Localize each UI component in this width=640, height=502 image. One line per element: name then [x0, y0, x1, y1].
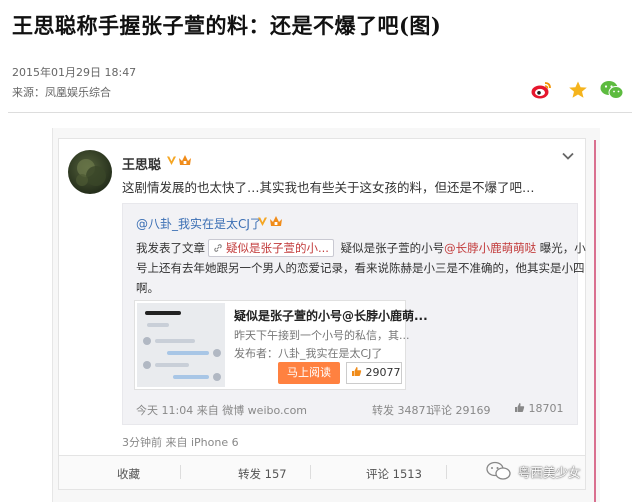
article-link-chip[interactable]: 疑似是张子萱的小...	[208, 239, 334, 257]
repost-comment-count[interactable]: 评论 29169	[430, 402, 491, 418]
post-text: 这剧情发展的也太快了…其实我也有些关于这女孩的料，但还是不爆了吧…	[122, 180, 535, 195]
verified-v-icon	[258, 217, 267, 226]
thumbs-up-icon	[352, 367, 362, 376]
article-card-title[interactable]: 疑似是张子萱的小号@长脖小鹿萌...	[234, 307, 428, 324]
vip-crown-icon	[179, 155, 191, 165]
action-divider	[446, 465, 447, 479]
action-divider	[310, 465, 311, 479]
article-card-thumbnail	[137, 303, 225, 387]
read-now-button[interactable]: 马上阅读	[278, 362, 340, 384]
screenshot-frame-edge	[594, 140, 596, 502]
avatar-image	[76, 159, 106, 186]
forward-button[interactable]: 转发 157	[238, 466, 287, 482]
mention-link[interactable]: @长脖小鹿萌萌哒	[444, 241, 536, 255]
link-icon	[214, 244, 222, 252]
share-favorite-button[interactable]	[566, 78, 590, 102]
verified-v-icon	[167, 156, 176, 165]
repost-text-suffix: 曝光，小	[539, 241, 586, 255]
article-card-publisher: 发布者：八卦_我实在是太CJ了	[234, 347, 383, 360]
repost-forward-count[interactable]: 转发 34871	[372, 402, 433, 418]
post-menu-button[interactable]	[562, 146, 574, 165]
repost-text-line: 我发表了文章 疑似是张子萱的小... 疑似是张子萱的小号@长脖小鹿萌萌哒 曝光，小	[136, 239, 586, 257]
repost-text-line-2: 号上还有去年她跟另一个男人的恋爱记录，看来说陈赫是小三是不准确的，他其实是小四	[136, 261, 585, 275]
thumbs-up-icon	[515, 403, 525, 412]
post-timestamp: 3分钟前 来自 iPhone 6	[122, 436, 239, 449]
repost-like-count: 18701	[528, 402, 564, 415]
avatar[interactable]	[68, 150, 112, 194]
article-date: 2015年01月29日 18:47	[12, 66, 137, 79]
wechat-icon	[600, 81, 624, 99]
chevron-down-icon	[562, 152, 574, 160]
article-link-text: 疑似是张子萱的小...	[226, 241, 329, 255]
vip-crown-icon	[270, 216, 282, 226]
repost-timestamp: 今天 11:04 来自 微博 weibo.com	[136, 404, 308, 417]
wechat-watermark-icon	[486, 461, 511, 480]
star-icon	[569, 81, 587, 98]
share-wechat-button[interactable]	[600, 78, 624, 102]
header-divider	[8, 112, 632, 113]
favorite-button[interactable]: 收藏	[117, 466, 140, 482]
comment-button[interactable]: 评论 1513	[366, 466, 422, 482]
repost-author-link[interactable]: @八卦_我实在是太CJ了	[136, 215, 262, 232]
article-like-count: 29077	[365, 366, 401, 379]
weibo-icon	[531, 82, 551, 99]
repost-text-line-3: 啊。	[136, 281, 159, 295]
action-divider	[180, 465, 181, 479]
watermark: 粤西美少女	[486, 456, 636, 486]
post-username[interactable]: 王思聪	[122, 154, 161, 173]
article-card-description: 昨天下午接到一个小号的私信，其...	[234, 329, 410, 342]
share-weibo-button[interactable]	[530, 78, 554, 102]
article-like-button[interactable]: 29077	[346, 362, 402, 384]
article-title: 王思聪称手握张子萱的料：还是不爆了吧(图)	[12, 13, 442, 38]
repost-text-prefix: 我发表了文章	[136, 241, 205, 255]
repost-text-mid: 疑似是张子萱的小号	[340, 241, 445, 255]
article-source: 来源：凤凰娱乐综合	[12, 86, 111, 99]
watermark-text: 粤西美少女	[518, 464, 581, 480]
repost-like-button[interactable]: 18701	[514, 402, 564, 415]
